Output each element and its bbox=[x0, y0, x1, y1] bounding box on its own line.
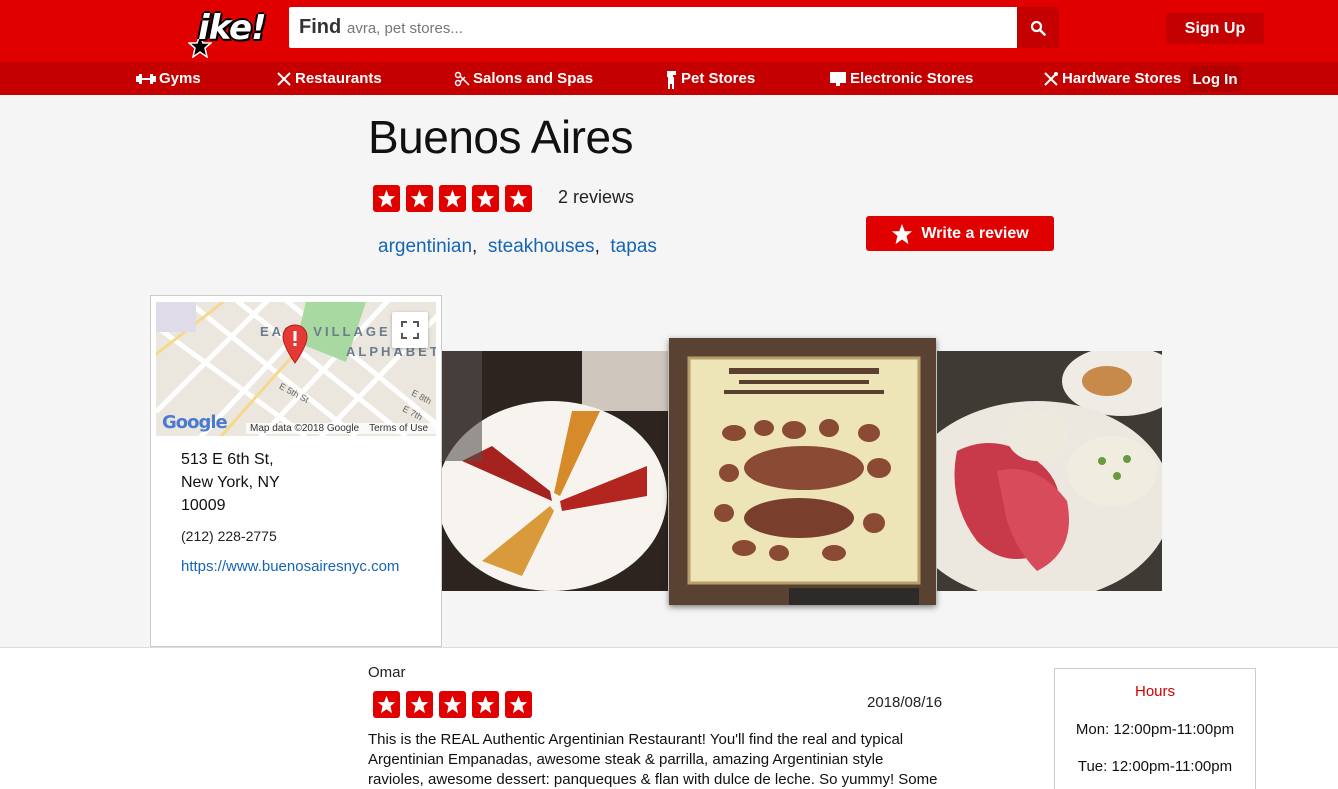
star-icon bbox=[505, 691, 532, 718]
nav-item-restaurants[interactable]: Restaurants bbox=[276, 62, 382, 95]
nav-label: Restaurants bbox=[295, 70, 382, 87]
review-rating-stars bbox=[373, 691, 532, 718]
star-icon bbox=[406, 691, 433, 718]
business-address: 513 E 6th St, New York, NY 10009 bbox=[181, 448, 280, 517]
top-bar: ike! Find Sign Up bbox=[0, 0, 1338, 62]
nav-item-electronic-stores[interactable]: Electronic Stores bbox=[829, 62, 973, 95]
category-nav: Gyms Restaurants Salons and Spas Pet Sto… bbox=[0, 62, 1338, 95]
category-link[interactable]: argentinian bbox=[378, 236, 472, 257]
nav-item-gyms[interactable]: Gyms bbox=[136, 62, 201, 95]
nav-item-hardware-stores[interactable]: Hardware Stores bbox=[1043, 62, 1181, 95]
logo-text: ike! bbox=[198, 8, 267, 48]
star-icon bbox=[439, 185, 466, 212]
utensils-icon bbox=[277, 71, 291, 86]
hours-card: Hours Mon: 12:00pm-11:00pm Tue: 12:00pm-… bbox=[1054, 668, 1256, 789]
business-photo[interactable] bbox=[669, 338, 936, 605]
location-card: EAST VILLAGE ALPHABET E 5th St E 8th E 7… bbox=[150, 295, 442, 647]
hours-row: Tue: 12:00pm-11:00pm bbox=[1077, 758, 1233, 775]
search-button[interactable] bbox=[1017, 7, 1059, 48]
star-icon bbox=[373, 691, 400, 718]
dessert-photo bbox=[442, 351, 668, 591]
dog-icon bbox=[667, 70, 676, 89]
nav-label: Electronic Stores bbox=[850, 70, 974, 87]
star-icon bbox=[439, 691, 466, 718]
search-icon bbox=[1030, 20, 1046, 36]
nav-label: Pet Stores bbox=[681, 70, 756, 87]
category-tags: argentinian, steakhouses, tapas bbox=[378, 236, 657, 257]
star-icon bbox=[472, 691, 499, 718]
review-count[interactable]: 2 reviews bbox=[558, 187, 634, 208]
map-pin-icon[interactable] bbox=[282, 324, 308, 364]
map[interactable]: EAST VILLAGE ALPHABET E 5th St E 8th E 7… bbox=[156, 302, 436, 436]
business-name: Buenos Aires bbox=[368, 111, 634, 163]
tools-icon bbox=[1044, 71, 1058, 86]
star-icon bbox=[406, 185, 433, 212]
address-line: 10009 bbox=[181, 497, 226, 514]
map-terms-link[interactable]: Terms of Use bbox=[369, 423, 428, 434]
scissors-icon bbox=[454, 71, 470, 86]
star-icon bbox=[892, 223, 913, 244]
category-link[interactable]: steakhouses bbox=[488, 236, 595, 257]
star-icon bbox=[472, 185, 499, 212]
review-text: This is the REAL Authentic Argentinian R… bbox=[368, 731, 938, 788]
nav-label: Hardware Stores bbox=[1062, 70, 1182, 87]
address-line: 513 E 6th St, bbox=[181, 451, 274, 468]
star-icon bbox=[505, 185, 532, 212]
write-review-label: Write a review bbox=[921, 224, 1029, 242]
fullscreen-icon bbox=[401, 321, 419, 339]
map-data-credit: Map data ©2018 Google bbox=[250, 423, 360, 434]
search-box: Find bbox=[289, 7, 1017, 48]
login-button[interactable]: Log In bbox=[1189, 66, 1241, 92]
google-logo: Google bbox=[162, 412, 228, 433]
dumbbell-icon bbox=[136, 73, 156, 84]
nav-label: Salons and Spas bbox=[473, 70, 594, 87]
site-logo[interactable]: ike! bbox=[188, 6, 278, 58]
nav-item-pet-stores[interactable]: Pet Stores bbox=[664, 62, 755, 95]
business-photo[interactable] bbox=[937, 351, 1162, 591]
hours-row: Mon: 12:00pm-11:00pm bbox=[1075, 721, 1235, 738]
review-author[interactable]: Omar bbox=[368, 664, 406, 681]
nav-item-salons[interactable]: Salons and Spas bbox=[454, 62, 593, 95]
business-website-link[interactable]: https://www.buenosairesnyc.com bbox=[181, 558, 399, 575]
business-phone: (212) 228-2775 bbox=[181, 528, 277, 544]
business-photo[interactable] bbox=[442, 351, 668, 591]
monitor-icon bbox=[830, 71, 846, 86]
signup-button[interactable]: Sign Up bbox=[1166, 13, 1264, 44]
nav-label: Gyms bbox=[159, 70, 201, 87]
address-line: New York, NY bbox=[181, 474, 280, 491]
star-icon bbox=[373, 185, 400, 212]
map-area-label: EAST VILLAGE bbox=[260, 324, 391, 339]
ham-photo bbox=[937, 351, 1162, 591]
business-rating-stars bbox=[373, 185, 532, 212]
review-date: 2018/08/16 bbox=[867, 694, 943, 711]
write-review-button[interactable]: Write a review bbox=[866, 216, 1054, 251]
map-fullscreen-button[interactable] bbox=[392, 312, 428, 348]
search-input[interactable] bbox=[347, 16, 997, 40]
category-link[interactable]: tapas bbox=[610, 236, 656, 257]
search-label: Find bbox=[299, 16, 342, 38]
map-footer: Map data ©2018 Google Terms of Use bbox=[246, 423, 436, 434]
hours-title: Hours bbox=[1134, 683, 1175, 700]
beef-chart-photo bbox=[669, 338, 936, 605]
reviews-section: Omar 2018/08/16 This is the REAL Authent… bbox=[0, 647, 1338, 789]
